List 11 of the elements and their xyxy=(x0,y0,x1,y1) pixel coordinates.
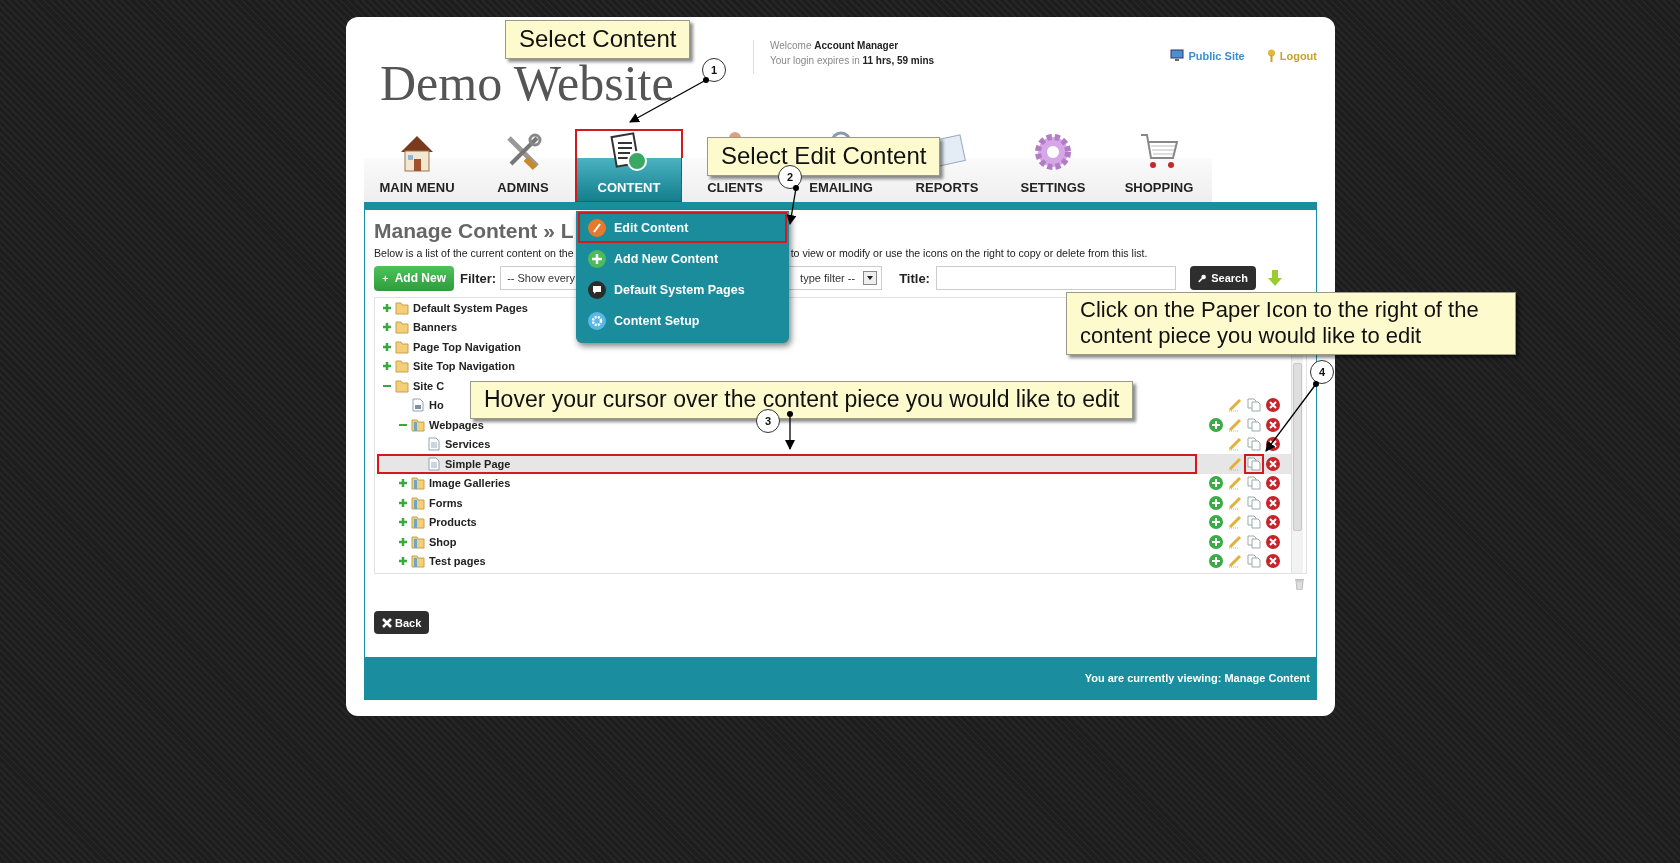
page-title: Manage Content » L xyxy=(374,218,574,244)
status-text: You are currently viewing: Manage Content xyxy=(365,657,1316,699)
title-label: Title: xyxy=(899,270,930,286)
description-text: to view or modify or use the icons on the right to copy or delete from this list. xyxy=(790,247,1148,259)
instruction-tooltip: Select Content xyxy=(505,20,691,59)
description-text: Below is a list of the current content on the xyxy=(374,247,574,259)
site-logo: Demo Website xyxy=(380,58,674,108)
filter-label: Filter: xyxy=(460,270,497,286)
instruction-tooltip: Click on the Paper Icon to the right of the content piece you would like to edit xyxy=(1066,292,1516,355)
login-expiry-text: Your login expires in 11 hrs, 59 mins xyxy=(770,55,935,66)
welcome-text: Welcome Account Manager xyxy=(770,40,900,51)
